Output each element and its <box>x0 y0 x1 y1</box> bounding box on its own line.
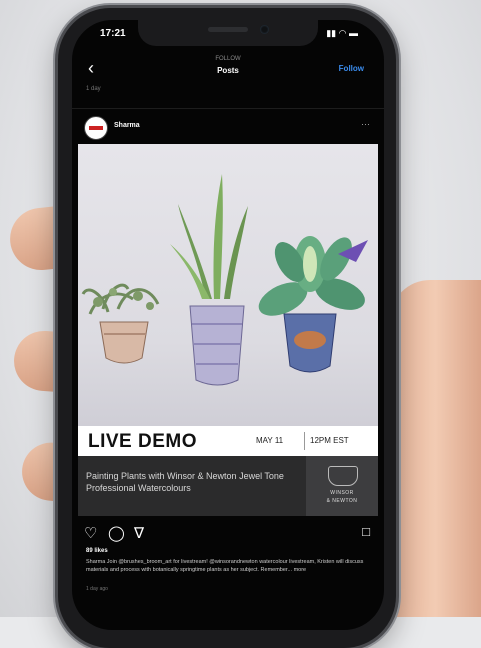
crest-icon <box>328 466 358 486</box>
event-info-panel: Painting Plants with Winsor & Newton Jew… <box>78 456 378 516</box>
phone-screen: 17:21 ▮▮ ◠ ▬ ‹ FOLLOW Posts Follow 1 day… <box>72 20 384 630</box>
page-title: Posts <box>217 66 239 75</box>
event-description: Painting Plants with Winsor & Newton Jew… <box>86 471 284 493</box>
post-timestamp: 1 day ago <box>86 586 108 592</box>
username[interactable]: Sharma <box>114 122 140 129</box>
likes-count[interactable]: 89 likes <box>86 548 108 554</box>
comment-icon[interactable]: ◯ <box>108 524 125 542</box>
status-icons: ▮▮ ◠ ▬ <box>326 28 358 38</box>
event-date: MAY 11 <box>256 436 284 445</box>
live-demo-banner: LIVE DEMO MAY 11 12PM EST <box>78 426 378 456</box>
post-caption: Sharma Join @brushes_broom_art for lives… <box>86 559 364 573</box>
winsor-newton-logo: WINSOR & NEWTON <box>306 456 378 516</box>
banner-divider <box>304 432 305 450</box>
small-plant <box>81 283 160 364</box>
top-navigation: ‹ FOLLOW Posts Follow 1 day <box>72 50 384 98</box>
heart-icon[interactable]: ♡ <box>84 524 97 542</box>
event-time: 12PM EST <box>310 436 349 445</box>
hand-palm <box>390 280 481 617</box>
live-demo-title: LIVE DEMO <box>88 431 198 452</box>
follow-button[interactable]: Follow <box>339 64 364 73</box>
avatar[interactable] <box>84 116 108 140</box>
calathea-plant <box>258 236 368 373</box>
nav-subtitle: FOLLOW <box>215 56 241 62</box>
post-image[interactable] <box>78 144 378 426</box>
post-actions: ♡ ◯ ∇ □ <box>72 520 384 546</box>
notch <box>138 20 318 46</box>
nav-ago: 1 day <box>86 86 101 92</box>
status-time: 17:21 <box>100 28 126 39</box>
bookmark-icon[interactable]: □ <box>362 524 370 539</box>
front-camera <box>260 25 269 34</box>
snake-plant <box>170 174 248 386</box>
plants-illustration <box>81 174 368 386</box>
logo-line-1: WINSOR <box>330 490 354 496</box>
share-icon[interactable]: ∇ <box>134 524 144 542</box>
speaker <box>208 27 248 32</box>
more-options-icon[interactable]: ··· <box>361 119 370 129</box>
post-header: Sharma ··· <box>72 108 384 145</box>
logo-line-2: & NEWTON <box>326 498 358 504</box>
